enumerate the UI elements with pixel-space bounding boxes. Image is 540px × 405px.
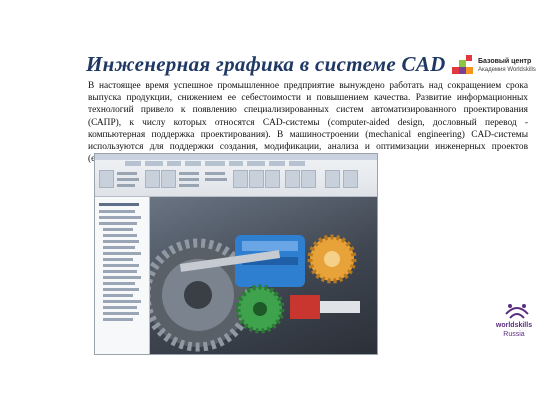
orange-gear-icon [307, 234, 357, 284]
model-browser-panel [95, 197, 150, 354]
slide-title: Инженерная графика в системе CAD [86, 52, 446, 76]
cad-3d-viewport [150, 197, 377, 354]
academy-logo-line1: Базовый центр [478, 58, 532, 65]
academy-logo-line2: Академия Worldskills [478, 67, 536, 73]
worldskills-russia-line2: Russia [503, 331, 525, 338]
academy-logo-mark-icon [452, 55, 473, 74]
cad-ribbon [95, 154, 377, 197]
worldskills-russia-logo-icon [505, 300, 529, 319]
red-part-icon [290, 295, 360, 319]
green-gear-icon [235, 284, 285, 334]
worldskills-russia-line1: worldskills [495, 322, 533, 329]
cad-screenshot [94, 153, 378, 355]
